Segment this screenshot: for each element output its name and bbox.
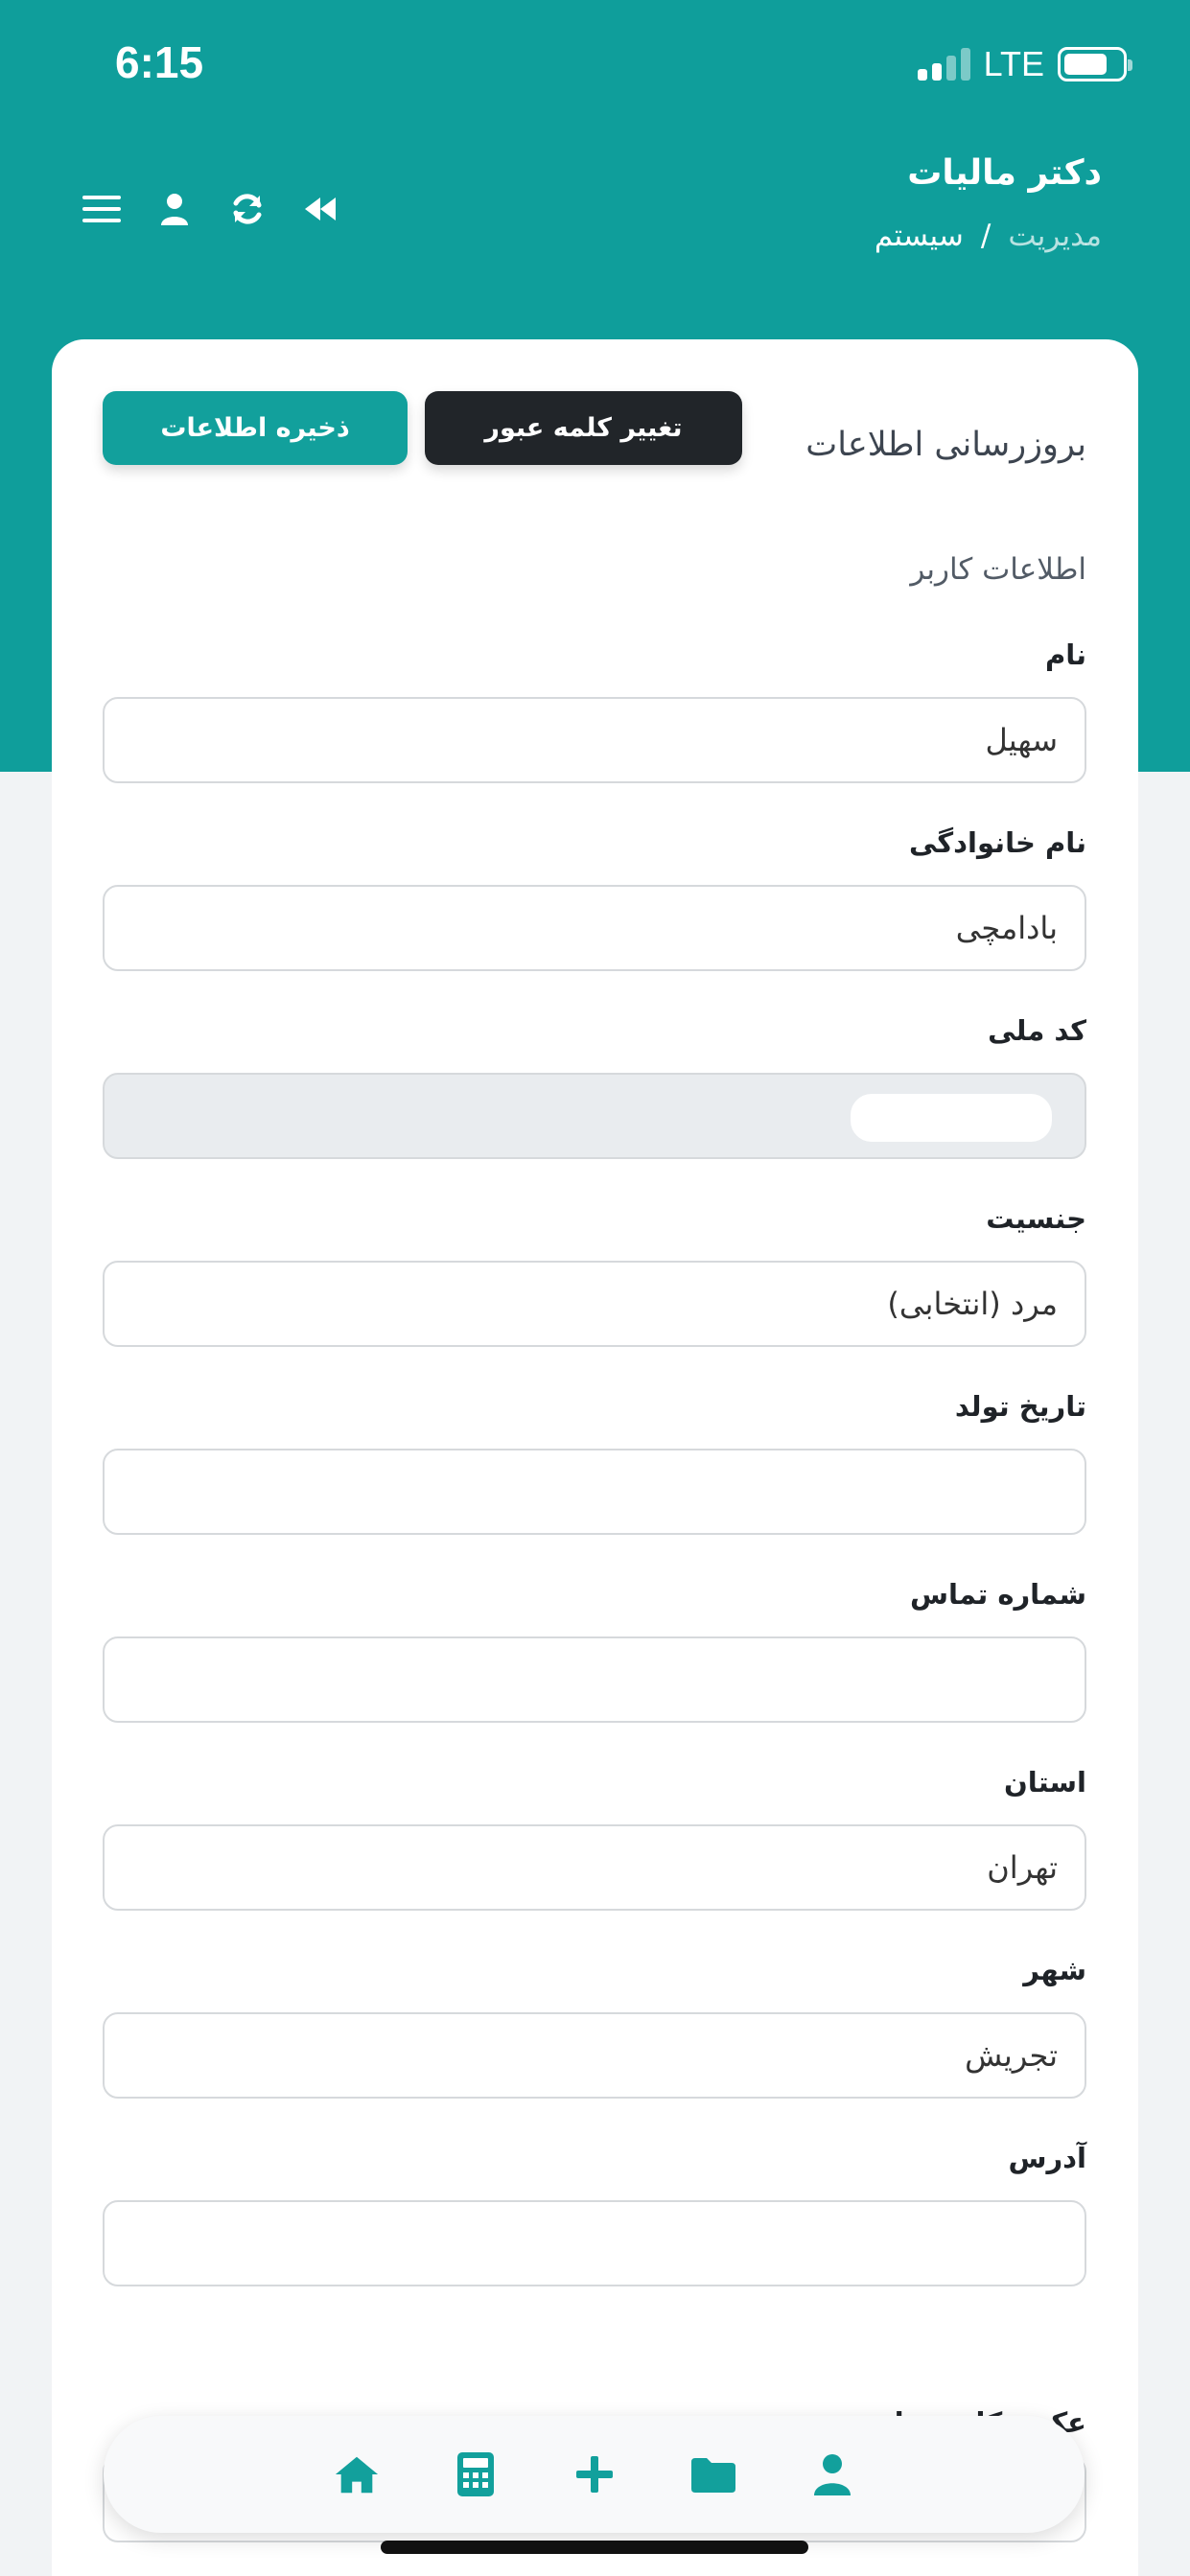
save-button[interactable]: ذخیره اطلاعات: [103, 391, 408, 465]
card-title: بروزرسانی اطلاعات: [805, 426, 1086, 464]
breadcrumb: مدیریت / سیستم: [875, 219, 1102, 253]
battery-icon: [1058, 47, 1132, 81]
plus-icon[interactable]: [572, 2451, 618, 2497]
city-input[interactable]: [103, 2012, 1086, 2099]
city-label: شهر: [1023, 1954, 1086, 1986]
header-actions: [82, 190, 339, 228]
user-icon[interactable]: [155, 190, 194, 228]
section-title: اطلاعات کاربر: [910, 552, 1086, 587]
refresh-icon[interactable]: [228, 190, 267, 228]
breadcrumb-item-system: سیستم: [874, 219, 964, 253]
home-icon[interactable]: [334, 2451, 380, 2497]
status-time: 6:15: [115, 37, 204, 87]
home-indicator: [381, 2541, 808, 2554]
redacted-value: [851, 1094, 1052, 1142]
gender-label: جنسیت: [986, 1202, 1086, 1235]
address-label: آدرس: [1008, 2142, 1086, 2174]
breadcrumb-item-management[interactable]: مدیریت: [1008, 219, 1102, 253]
gender-select[interactable]: [103, 1261, 1086, 1347]
signal-icon: [917, 48, 970, 81]
province-input[interactable]: [103, 1824, 1086, 1911]
folder-icon[interactable]: [690, 2451, 736, 2497]
app-title: دکتر مالیات: [907, 153, 1102, 193]
menu-icon[interactable]: [82, 190, 121, 228]
back-icon[interactable]: [301, 190, 339, 228]
national-code-label: کد ملی: [988, 1014, 1086, 1047]
breadcrumb-separator: /: [980, 219, 992, 253]
network-label: LTE: [983, 44, 1044, 83]
birth-date-label: تاریخ تولد: [954, 1390, 1086, 1423]
change-password-button[interactable]: تغییر کلمه عبور: [425, 391, 742, 465]
first-name-label: نام: [1044, 638, 1086, 671]
bottom-nav: [104, 2416, 1085, 2533]
first-name-input[interactable]: [103, 697, 1086, 783]
profile-icon[interactable]: [809, 2451, 855, 2497]
calculator-icon[interactable]: [453, 2451, 499, 2497]
address-input[interactable]: [103, 2200, 1086, 2286]
phone-input[interactable]: [103, 1636, 1086, 1723]
status-indicators: LTE: [917, 44, 1132, 84]
birth-date-input[interactable]: [103, 1449, 1086, 1535]
national-code-input: [103, 1073, 1086, 1159]
province-label: استان: [1004, 1766, 1086, 1799]
last-name-label: نام خانوادگی: [908, 826, 1086, 859]
phone-label: شماره تماس: [910, 1578, 1086, 1611]
last-name-input[interactable]: [103, 885, 1086, 971]
profile-card: بروزرسانی اطلاعات تغییر کلمه عبور ذخیره …: [52, 339, 1138, 2576]
